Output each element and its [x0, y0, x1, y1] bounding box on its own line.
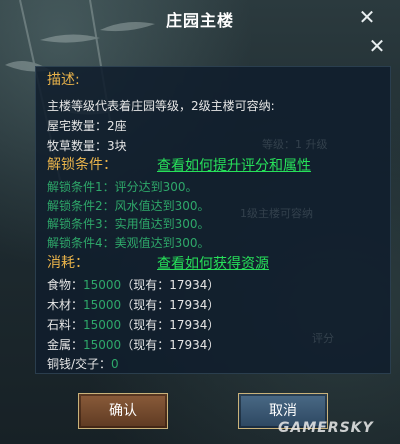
resource-amount: 15000 [83, 278, 122, 292]
coin-label: 铜钱/交子： [47, 357, 112, 371]
resource-row: 石料：15000（现有：17934） [47, 317, 219, 333]
unlock-help-link[interactable]: 查看如何提升评分和属性 [157, 155, 311, 175]
resource-amount: 15000 [83, 338, 122, 352]
resource-name: 石料： [47, 318, 84, 332]
resource-row: 食物：15000（现有：17934） [47, 277, 219, 293]
close-panel-icon[interactable]: ✕ [366, 35, 388, 57]
resource-help-link[interactable]: 查看如何获得资源 [157, 253, 269, 273]
resource-owned: （现有：17934） [121, 318, 220, 332]
resource-owned: （现有：17934） [121, 338, 220, 352]
description-line: 主楼等级代表着庄园等级，2级主楼可容纳: [47, 99, 275, 113]
unlock-heading: 解锁条件： [47, 157, 117, 173]
coin-row: 铜钱/交子：0 [47, 356, 119, 372]
resource-row: 金属：15000（现有：17934） [47, 337, 219, 353]
resource-name: 食物： [47, 278, 84, 292]
resource-amount: 15000 [83, 298, 122, 312]
resource-owned: （现有：17934） [121, 298, 220, 312]
confirm-button[interactable]: 确认 [78, 393, 168, 429]
cost-heading: 消耗： [47, 255, 89, 271]
description-line: 屋宅数量：2座 [47, 119, 127, 133]
resource-owned: （现有：17934） [121, 278, 220, 292]
unlock-condition: 解锁条件3：实用值达到300。 [47, 217, 210, 231]
resource-row: 木材：15000（现有：17934） [47, 297, 219, 313]
resource-name: 金属： [47, 338, 84, 352]
background-text: 评分 [312, 332, 334, 345]
unlock-condition: 解锁条件1：评分达到300。 [47, 180, 198, 194]
resource-name: 木材： [47, 298, 84, 312]
resource-amount: 15000 [83, 318, 122, 332]
dialog-title: 庄园主楼 [165, 11, 234, 30]
background-text: 1级主楼可容纳 [240, 207, 313, 220]
description-heading: 描述: [47, 72, 80, 88]
watermark: GAMERSKY [278, 420, 374, 436]
description-line: 牧草数量：3块 [47, 139, 127, 153]
unlock-condition: 解锁条件2：风水值达到300。 [47, 199, 210, 213]
background-text: 等级：1 升级 [262, 138, 328, 151]
unlock-condition: 解锁条件4：美观值达到300。 [47, 236, 210, 250]
coin-value: 0 [111, 357, 119, 371]
close-icon[interactable]: ✕ [356, 6, 378, 28]
